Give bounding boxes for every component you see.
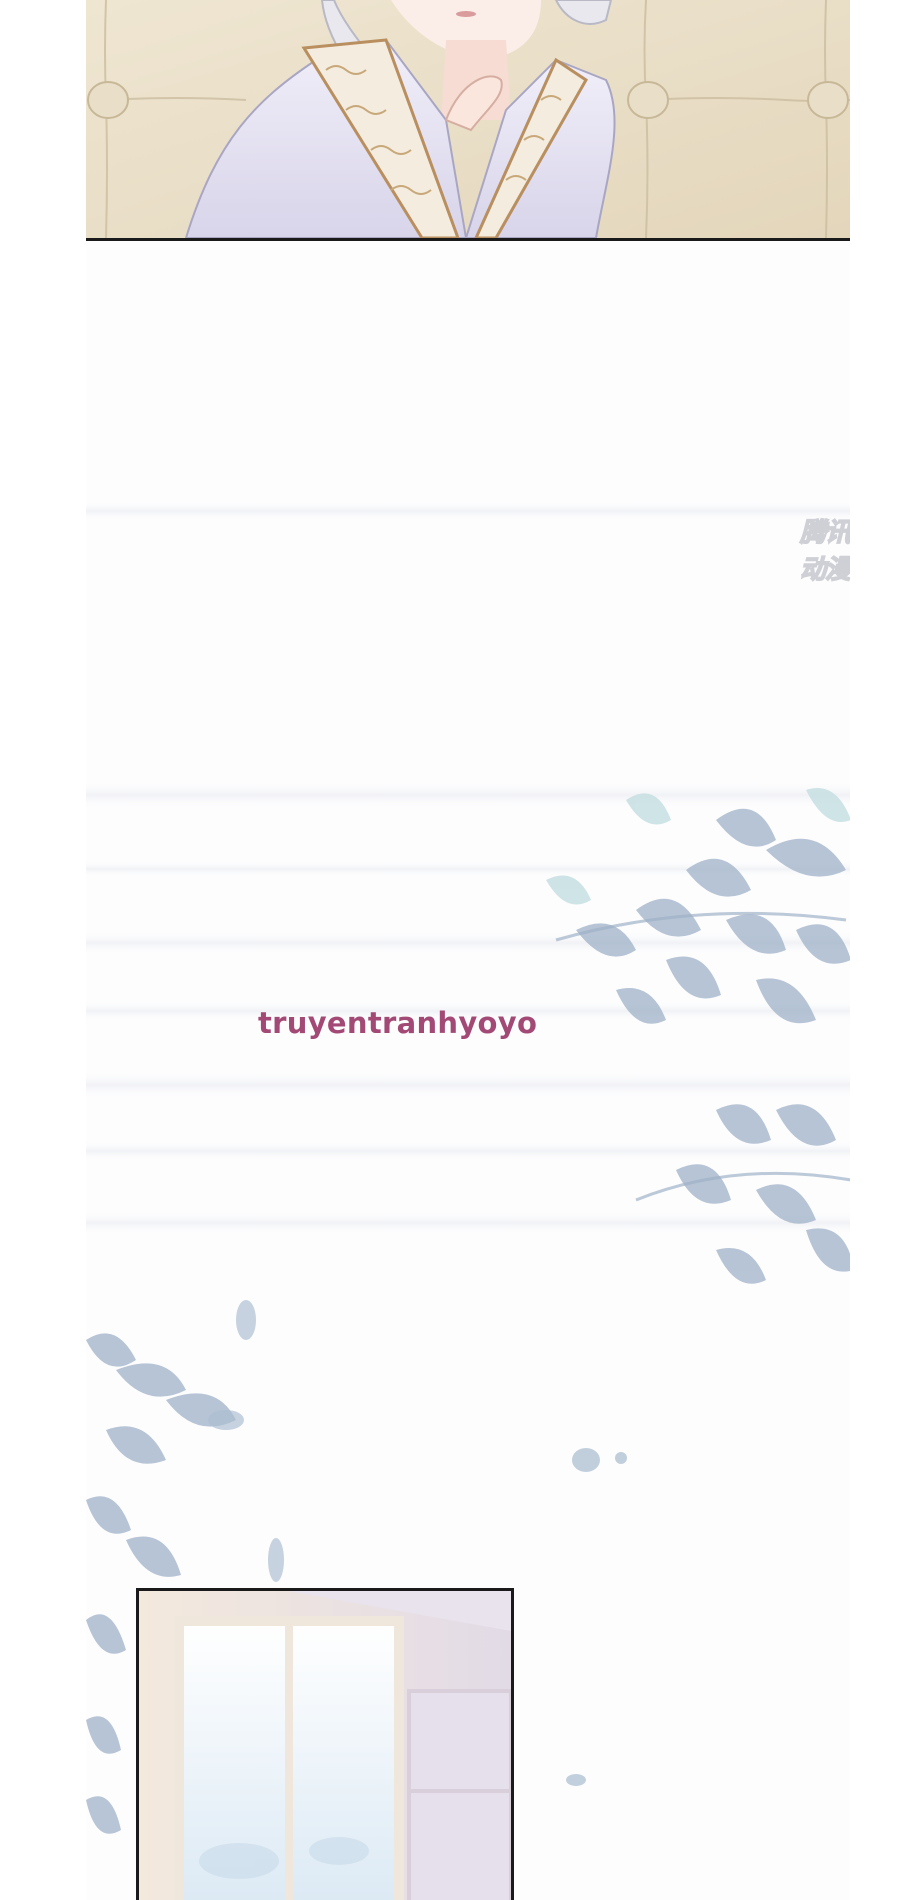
- mouth: [456, 11, 476, 17]
- floating-petals: [566, 1448, 627, 1786]
- panel-window: [136, 1588, 514, 1900]
- comic-strip: 腾讯动漫 truyentranhyoyo: [86, 0, 850, 1900]
- leaf-shadows-right: [546, 788, 850, 1284]
- publisher-watermark: 腾讯动漫: [799, 517, 850, 586]
- scanlation-credit: truyentranhyoyo: [258, 1006, 538, 1040]
- wall-button-right: [807, 81, 849, 119]
- comic-page: 腾讯动漫 truyentranhyoyo: [0, 0, 900, 1900]
- wall-button-mid: [627, 81, 669, 119]
- character-illustration: [86, 0, 850, 238]
- panel-character: [86, 0, 850, 241]
- window-illustration: [139, 1591, 511, 1900]
- wall-button-left: [87, 81, 129, 119]
